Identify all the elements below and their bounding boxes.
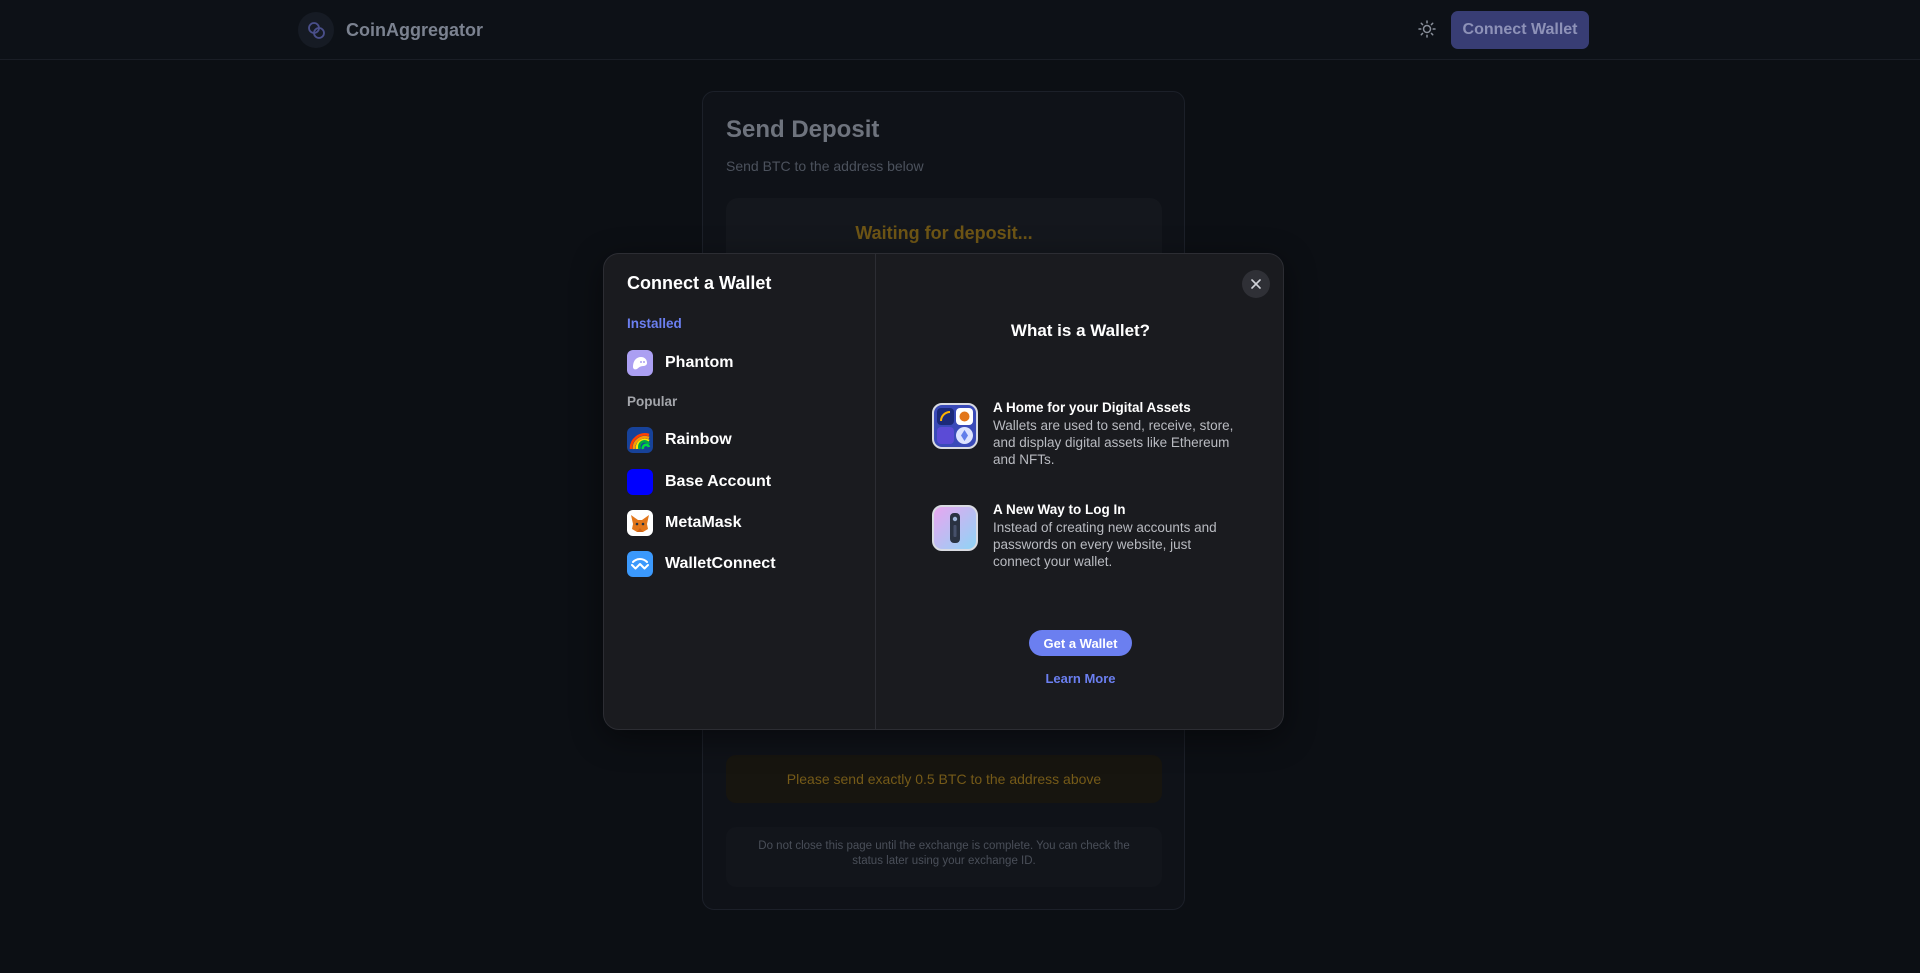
info-item-digital-assets: A Home for your Digital Assets Wallets a…: [932, 399, 1242, 468]
wallet-label-base-account: Base Account: [665, 473, 772, 490]
deposit-instruction: Please send exactly 0.5 BTC to the addre…: [726, 755, 1162, 803]
get-wallet-button[interactable]: Get a Wallet: [1029, 630, 1132, 656]
wallet-option-base-account[interactable]: Base Account: [622, 463, 860, 501]
theme-toggle-sun-icon[interactable]: [1414, 16, 1440, 42]
wallet-label-rainbow: Rainbow: [665, 431, 732, 448]
wallet-label-walletconnect: WalletConnect: [665, 555, 776, 572]
modal-title: Connect a Wallet: [627, 273, 772, 293]
info-body-login: Instead of creating new accounts and pas…: [993, 520, 1217, 569]
wallet-label-phantom: Phantom: [665, 354, 734, 371]
login-key-icon: [932, 505, 978, 551]
group-label-popular: Popular: [627, 394, 678, 409]
info-heading-digital-assets: A Home for your Digital Assets: [993, 400, 1191, 415]
close-icon: [1251, 279, 1261, 289]
wallet-label-metamask: MetaMask: [665, 514, 742, 531]
brand[interactable]: CoinAggregator: [298, 12, 483, 48]
info-heading-login: A New Way to Log In: [993, 502, 1126, 517]
metamask-fox-icon: [627, 510, 653, 536]
info-title: What is a Wallet?: [1010, 321, 1151, 340]
info-item-login: A New Way to Log In Instead of creating …: [932, 501, 1242, 570]
phantom-icon: [627, 350, 653, 376]
base-account-icon: [627, 469, 653, 495]
rainbow-icon: [627, 427, 653, 453]
connect-wallet-button[interactable]: Connect Wallet: [1451, 11, 1589, 49]
deposit-note: Do not close this page until the exchang…: [726, 827, 1162, 887]
deposit-title: Send Deposit: [726, 116, 880, 143]
close-modal-button[interactable]: [1242, 270, 1270, 298]
deposit-status: Waiting for deposit...: [855, 223, 1033, 243]
wallet-option-rainbow[interactable]: Rainbow: [622, 421, 860, 459]
app-header: CoinAggregator Connect Wallet: [0, 0, 1920, 60]
wallet-option-walletconnect[interactable]: WalletConnect: [622, 545, 860, 583]
wallet-option-phantom[interactable]: Phantom: [622, 344, 860, 382]
learn-more-link[interactable]: Learn More: [876, 671, 1283, 686]
wallet-option-metamask[interactable]: MetaMask: [622, 504, 860, 542]
brand-name: CoinAggregator: [346, 19, 483, 40]
group-label-installed: Installed: [627, 316, 682, 331]
deposit-subtitle: Send BTC to the address below: [726, 158, 924, 174]
connect-wallet-modal: Connect a Wallet Installed Phantom Popul…: [603, 253, 1284, 730]
digital-assets-icon: [932, 403, 978, 449]
walletconnect-icon: [627, 551, 653, 577]
wallet-list-panel: Connect a Wallet Installed Phantom Popul…: [604, 254, 876, 729]
info-body-digital-assets: Wallets are used to send, receive, store…: [993, 418, 1234, 467]
coins-logo-icon: [298, 12, 334, 48]
